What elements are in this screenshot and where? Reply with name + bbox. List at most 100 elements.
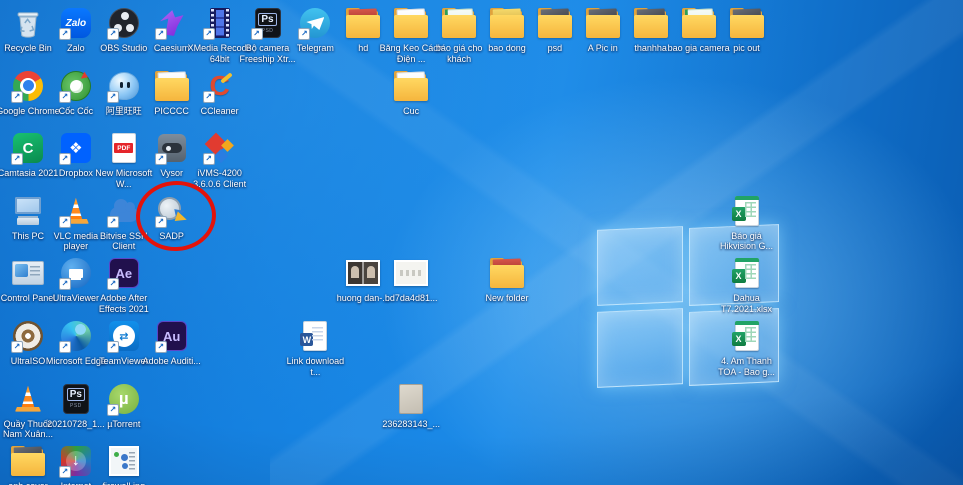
desktop-icon-ultraiso[interactable]: ↗UltraISO: [4, 319, 52, 379]
shortcut-arrow-icon: ↗: [203, 28, 215, 40]
shortcut-arrow-icon: ↗: [107, 91, 119, 103]
desktop-icon-bao-gia-cho-khach-folder[interactable]: báo giá cho khách: [435, 6, 483, 66]
desktop-icon-anh-cover-folder[interactable]: anh cover: [4, 444, 52, 485]
shortcut-arrow-icon: ↗: [298, 28, 310, 40]
desktop-icon-teamviewer[interactable]: ⇄↗TeamViewer: [100, 319, 148, 379]
desktop-icon-picccc-folder[interactable]: PICCCC: [148, 69, 196, 129]
shortcut-arrow-icon: ↗: [59, 216, 71, 228]
microsoft-edge-icon: ↗: [58, 319, 94, 353]
icon-label: New folder: [474, 293, 540, 304]
desktop-icon-obs-studio[interactable]: ↗OBS Studio: [100, 6, 148, 66]
desktop-icon-microsoft-edge[interactable]: ↗Microsoft Edge: [52, 319, 100, 379]
zalo-icon: Zalo↗: [58, 6, 94, 40]
a-pic-in-folder-icon: [585, 6, 621, 40]
shortcut-arrow-icon: ↗: [203, 91, 215, 103]
shortcut-arrow-icon: ↗: [59, 28, 71, 40]
desktop-icon-bao-dong-folder[interactable]: bao dong: [483, 6, 531, 66]
utorrent-icon: µ↗: [106, 382, 142, 416]
shortcut-arrow-icon: ↗: [155, 28, 167, 40]
shortcut-arrow-icon: ↗: [155, 153, 167, 165]
bd7da4d81-image-icon: [393, 256, 429, 290]
firewall-jpg-icon: [106, 444, 142, 478]
bo-camera-freeship-icon: PsPSD↗: [250, 6, 286, 40]
obs-studio-icon: ↗: [106, 6, 142, 40]
desktop-icon-cuc-folder[interactable]: Cuc: [387, 69, 435, 129]
desktop-icon-quay-thuoc-video[interactable]: Quầy Thuốc Nam Xuân...: [4, 382, 52, 442]
desktop-icon-utorrent[interactable]: µ↗µTorrent: [100, 382, 148, 442]
shortcut-arrow-icon: ↗: [251, 28, 263, 40]
desktop-icon-link-download-doc[interactable]: WLink download t...: [291, 319, 339, 379]
shortcut-arrow-icon: ↗: [107, 28, 119, 40]
desktop-icon-google-chrome[interactable]: ↗Google Chrome: [4, 69, 52, 129]
desktop-icon-zalo[interactable]: Zalo↗Zalo: [52, 6, 100, 66]
desktop-icon-camtasia[interactable]: C↗Camtasia 2021: [4, 131, 52, 191]
desktop-icon-control-panel[interactable]: Control Panel: [4, 256, 52, 316]
desktop-icon-firewall-jpg[interactable]: firewall.jpg: [100, 444, 148, 485]
desktop-icon-aliwangwang[interactable]: ↗阿里旺旺: [100, 69, 148, 129]
icon-label: Adobe Auditi...: [139, 356, 205, 367]
desktop-icon-ivms-4200-client[interactable]: ↗iVMS-4200 3.6.0.6 Client: [196, 131, 244, 191]
shortcut-arrow-icon: ↗: [59, 91, 71, 103]
shortcut-arrow-icon: ↗: [11, 153, 23, 165]
icon-label: Dahua T7.2021.xlsx: [714, 293, 780, 314]
link-download-doc-icon: W: [297, 319, 333, 353]
shortcut-arrow-icon: ↗: [59, 278, 71, 290]
desktop-icon-psd-folder[interactable]: psd: [531, 6, 579, 66]
desktop-icon-telegram[interactable]: ↗Telegram: [291, 6, 339, 66]
bang-keo-folder-icon: [393, 6, 429, 40]
desktop-icon-dahua-xlsx[interactable]: XDahua T7.2021.xlsx: [723, 256, 771, 316]
desktop-icon-bd7da4d81-image[interactable]: bd7da4d81...: [387, 256, 435, 316]
desktop-icon-236283143-file[interactable]: 236283143_...: [387, 382, 435, 442]
windows-logo-pane: [597, 226, 683, 306]
desktop-icon-new-folder[interactable]: New folder: [483, 256, 531, 316]
bao-gia-hikvision-xlsx-icon: X: [729, 194, 765, 228]
shortcut-arrow-icon: ↗: [11, 341, 23, 353]
hd-folder-icon: [345, 6, 381, 40]
236283143-file-icon: [393, 382, 429, 416]
new-folder-icon: [489, 256, 525, 290]
teamviewer-icon: ⇄↗: [106, 319, 142, 353]
icon-label: pic out: [714, 43, 780, 54]
desktop-icon-coc-coc[interactable]: ↗Cốc Cốc: [52, 69, 100, 129]
windows-logo-pane: [597, 308, 683, 388]
shortcut-arrow-icon: ↗: [155, 216, 167, 228]
camtasia-icon: C↗: [10, 131, 46, 165]
shortcut-arrow-icon: ↗: [107, 216, 119, 228]
shortcut-arrow-icon: ↗: [59, 466, 71, 478]
desktop-icon-ccleaner[interactable]: C↗CCleaner: [196, 69, 244, 129]
desktop-icon-adobe-audition[interactable]: Au↗Adobe Auditi...: [148, 319, 196, 379]
desktop-icon-pic-out-folder[interactable]: pic out: [723, 6, 771, 66]
icon-label: µTorrent: [91, 419, 157, 430]
desktop-icon-sadp[interactable]: ↗SADP: [148, 194, 196, 254]
am-thanh-toa-xlsx-icon: X: [729, 319, 765, 353]
desktop-icon-bao-gia-camera-folder[interactable]: bao gia camera: [675, 6, 723, 66]
dropbox-icon: ❖↗: [58, 131, 94, 165]
desktop: Recycle BinZalo↗Zalo↗OBS Studio↗Caesium↗…: [0, 0, 963, 485]
desktop-icon-recycle-bin[interactable]: Recycle Bin: [4, 6, 52, 66]
picccc-folder-icon: [154, 69, 190, 103]
desktop-icon-a-pic-in-folder[interactable]: A Pic in: [579, 6, 627, 66]
desktop-icon-bitvise-ssh-client[interactable]: ↗Bitvise SSH Client: [100, 194, 148, 254]
sadp-icon: ↗: [154, 194, 190, 228]
vysor-icon: ↗: [154, 131, 190, 165]
desktop-icon-huong-dan-image[interactable]: huong dan-...: [339, 256, 387, 316]
anh-cover-folder-icon: [10, 444, 46, 478]
telegram-icon: ↗: [297, 6, 333, 40]
desktop-icon-thanhha-folder[interactable]: thanhha: [627, 6, 675, 66]
bao-dong-folder-icon: [489, 6, 525, 40]
icon-label: SADP: [139, 231, 205, 242]
desktop-icon-bao-gia-hikvision-xlsx[interactable]: XBáo giá Hikvision G...: [723, 194, 771, 254]
desktop-icon-bo-camera-freeship[interactable]: PsPSD↗Bộ camera Freeship Xtr...: [244, 6, 292, 66]
desktop-icon-new-microsoft-pdf[interactable]: PDFNew Microsoft W...: [100, 131, 148, 191]
desktop-icon-am-thanh-toa-xlsx[interactable]: X4. Am Thanh TOA - Bao g...: [723, 319, 771, 379]
icon-label: Cuc: [378, 106, 444, 117]
desktop-icon-adobe-after-effects[interactable]: Ae↗Adobe After Effects 2021: [100, 256, 148, 316]
caesium-icon: ↗: [154, 6, 190, 40]
desktop-icon-idm[interactable]: ↓↗Internet Downloa...: [52, 444, 100, 485]
shortcut-arrow-icon: ↗: [203, 153, 215, 165]
shortcut-arrow-icon: ↗: [107, 404, 119, 416]
control-panel-icon: [10, 256, 46, 290]
desktop-icon-psd-20210728[interactable]: PsPSD20210728_1...: [52, 382, 100, 442]
thanhha-folder-icon: [633, 6, 669, 40]
icon-label: CCleaner: [187, 106, 253, 117]
